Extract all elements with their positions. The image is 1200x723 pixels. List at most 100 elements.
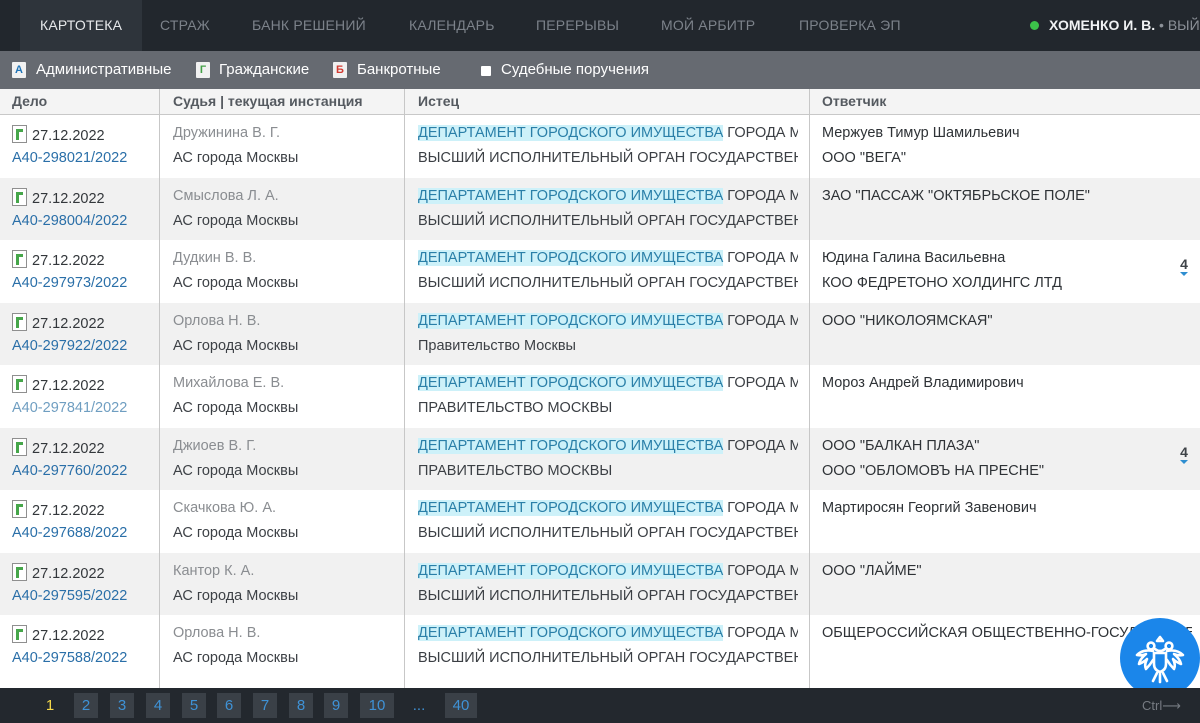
case-cell: 27.12.2022 А40-298021/2022 [12,115,158,177]
case-date-line: 27.12.2022 [12,187,105,207]
tab-my-arbitr[interactable]: МОЙ АРБИТР [661,0,755,51]
plaintiff-primary[interactable]: ДЕПАРТАМЕНТ ГОРОДСКОГО ИМУЩЕСТВА ГОРОДА … [418,625,798,641]
plaintiff-name-rest: ГОРОДА МОСКВЫ [727,187,798,204]
case-number-link[interactable]: А40-298004/2022 [12,213,127,229]
plaintiff-primary[interactable]: ДЕПАРТАМЕНТ ГОРОДСКОГО ИМУЩЕСТВА ГОРОДА … [418,437,798,454]
page-link-6[interactable]: 6 [217,693,241,718]
court-instance: АС города Москвы [173,150,299,166]
plaintiff-cell: ДЕПАРТАМЕНТ ГОРОДСКОГО ИМУЩЕСТВА ГОРОДА … [418,553,798,615]
table-header: Дело Судья | текущая инстанция Истец Отв… [0,89,1200,115]
page-link-4[interactable]: 4 [146,693,170,718]
plaintiff-name-rest: ГОРОДА МОСКВЫ [727,125,798,141]
page-link-7[interactable]: 7 [253,693,277,718]
defendant-primary[interactable]: Юдина Галина Васильевна [822,250,1005,266]
court-orders-checkbox[interactable] [481,66,491,76]
page-link-9[interactable]: 9 [324,693,348,718]
defendant-secondary[interactable]: КОО ФЕДРЕТОНО ХОЛДИНГС ЛТД [822,275,1062,291]
defendant-primary[interactable]: ООО "ЛАЙМЕ" [822,563,922,579]
plaintiff-secondary[interactable]: ВЫСШИЙ ИСПОЛНИТЕЛЬНЫЙ ОРГАН ГОСУДАРСТВЕН… [418,525,798,541]
court-instance: АС города Москвы [173,400,299,416]
defendant-secondary[interactable]: ООО "ОБЛОМОВЪ НА ПРЕСНЕ" [822,463,1044,479]
defendant-primary[interactable]: ООО "БАЛКАН ПЛАЗА" [822,438,979,454]
case-number-link[interactable]: А40-297922/2022 [12,338,127,354]
plaintiff-name-rest: ГОРОДА МОСКВЫ [727,312,798,329]
case-number-link[interactable]: А40-297588/2022 [12,650,127,666]
tab-calendar[interactable]: КАЛЕНДАРЬ [409,0,495,51]
table-row: 27.12.2022 А40-297588/2022 Орлова Н. В. АС … [0,615,1200,678]
plaintiff-name-rest: ГОРОДА МОСКВЫ [727,250,798,266]
filter-civil[interactable]: Гражданские [219,51,309,89]
column-divider [159,89,160,688]
page-link-2[interactable]: 2 [74,693,98,718]
table-row: 27.12.2022 А40-298021/2022 Дружинина В. Г.… [0,115,1200,178]
civil-case-icon: Г [196,62,210,78]
case-type-filter-bar: А Административные Г Гражданские Б Банкр… [0,51,1200,89]
plaintiff-secondary[interactable]: Правительство Москвы [418,338,576,354]
civil-document-icon [12,437,27,456]
civil-document-icon [12,312,27,331]
plaintiff-primary[interactable]: ДЕПАРТАМЕНТ ГОРОДСКОГО ИМУЩЕСТВА ГОРОДА … [418,125,798,141]
plaintiff-primary[interactable]: ДЕПАРТАМЕНТ ГОРОДСКОГО ИМУЩЕСТВА ГОРОДА … [418,312,798,329]
tab-kartoteka[interactable]: КАРТОТЕКА [20,0,143,51]
plaintiff-primary[interactable]: ДЕПАРТАМЕНТ ГОРОДСКОГО ИМУЩЕСТВА ГОРОДА … [418,562,798,579]
more-participants-badge[interactable]: 4 [1180,257,1188,276]
coat-of-arms-button[interactable] [1120,618,1200,698]
page-link-8[interactable]: 8 [289,693,313,718]
plaintiff-secondary[interactable]: ВЫСШИЙ ИСПОЛНИТЕЛЬНЫЙ ОРГАН ГОСУДАРСТВЕН… [418,588,798,604]
page-link-3[interactable]: 3 [110,693,134,718]
case-number-link[interactable]: А40-298021/2022 [12,150,127,166]
page-link-40[interactable]: 40 [445,693,477,718]
judge-cell: Орлова Н. В. АС города Москвы [173,615,403,677]
plaintiff-secondary[interactable]: ВЫСШИЙ ИСПОЛНИТЕЛЬНЫЙ ОРГАН ГОСУДАРСТВЕН… [418,650,798,666]
case-cell: 27.12.2022 А40-297922/2022 [12,303,158,365]
defendant-primary[interactable]: Мержуев Тимур Шамильевич [822,125,1020,141]
plaintiff-cell: ДЕПАРТАМЕНТ ГОРОДСКОГО ИМУЩЕСТВА ГОРОДА … [418,615,798,677]
plaintiff-primary[interactable]: ДЕПАРТАМЕНТ ГОРОДСКОГО ИМУЩЕСТВА ГОРОДА … [418,375,798,391]
filter-court-orders-label[interactable]: Судебные поручения [501,51,649,89]
defendant-secondary[interactable]: ООО "ВЕГА" [822,150,906,166]
administrative-case-icon: А [12,62,26,78]
logout-link[interactable]: • ВЫЙТИ [1155,17,1200,33]
plaintiff-secondary[interactable]: ВЫСШИЙ ИСПОЛНИТЕЛЬНЫЙ ОРГАН ГОСУДАРСТВЕН… [418,213,798,229]
plaintiff-primary[interactable]: ДЕПАРТАМЕНТ ГОРОДСКОГО ИМУЩЕСТВА ГОРОДА … [418,500,798,516]
civil-document-icon [12,625,27,643]
plaintiff-primary[interactable]: ДЕПАРТАМЕНТ ГОРОДСКОГО ИМУЩЕСТВА ГОРОДА … [418,187,798,204]
case-date-line: 27.12.2022 [12,375,105,394]
page-link-1[interactable]: 1 [38,693,62,718]
user-name[interactable]: ХОМЕНКО И. В. [1049,17,1155,33]
pagination-ellipsis: ... [412,697,426,714]
judge-name: Скачкова Ю. А. [173,500,277,516]
defendant-primary[interactable]: ЗАО "ПАССАЖ "ОКТЯБРЬСКОЕ ПОЛЕ" [822,188,1090,204]
plaintiff-primary[interactable]: ДЕПАРТАМЕНТ ГОРОДСКОГО ИМУЩЕСТВА ГОРОДА … [418,250,798,266]
page-link-5[interactable]: 5 [182,693,206,718]
tab-strazh[interactable]: СТРАЖ [160,0,210,51]
case-number-link[interactable]: А40-297841/2022 [12,400,127,416]
filter-administrative[interactable]: Административные [36,51,171,89]
column-header-judge: Судья | текущая инстанция [173,93,363,109]
tab-breaks[interactable]: ПЕРЕРЫВЫ [536,0,619,51]
case-number-link[interactable]: А40-297973/2022 [12,275,127,291]
civil-document-icon [12,375,27,393]
plaintiff-cell: ДЕПАРТАМЕНТ ГОРОДСКОГО ИМУЩЕСТВА ГОРОДА … [418,115,798,177]
tab-check-signature[interactable]: ПРОВЕРКА ЭП [799,0,901,51]
case-number-link[interactable]: А40-297688/2022 [12,525,127,541]
case-date-line: 27.12.2022 [12,562,105,582]
more-participants-badge[interactable]: 4 [1180,445,1188,464]
case-date: 27.12.2022 [32,628,105,644]
plaintiff-highlighted-match: ДЕПАРТАМЕНТ ГОРОДСКОГО ИМУЩЕСТВА [418,125,724,141]
plaintiff-secondary[interactable]: ПРАВИТЕЛЬСТВО МОСКВЫ [418,400,612,416]
plaintiff-secondary[interactable]: ПРАВИТЕЛЬСТВО МОСКВЫ [418,463,612,479]
plaintiff-secondary[interactable]: ВЫСШИЙ ИСПОЛНИТЕЛЬНЫЙ ОРГАН ГОСУДАРСТВЕН… [418,275,798,291]
tab-bank-resheniy[interactable]: БАНК РЕШЕНИЙ [252,0,366,51]
page-link-10[interactable]: 10 [360,693,394,718]
case-number-link[interactable]: А40-297595/2022 [12,588,127,604]
court-instance: АС города Москвы [173,587,299,604]
defendant-primary[interactable]: Мороз Андрей Владимирович [822,375,1024,391]
defendant-primary[interactable]: Мартиросян Георгий Завенович [822,500,1037,516]
judge-cell: Дудкин В. В. АС города Москвы [173,240,403,302]
plaintiff-secondary[interactable]: ВЫСШИЙ ИСПОЛНИТЕЛЬНЫЙ ОРГАН ГОСУДАРСТВЕН… [418,150,798,166]
case-date-line: 27.12.2022 [12,500,105,519]
case-number-link[interactable]: А40-297760/2022 [12,463,127,479]
defendant-primary[interactable]: ООО "НИКОЛОЯМСКАЯ" [822,313,993,329]
filter-bankruptcy[interactable]: Банкротные [357,51,441,89]
